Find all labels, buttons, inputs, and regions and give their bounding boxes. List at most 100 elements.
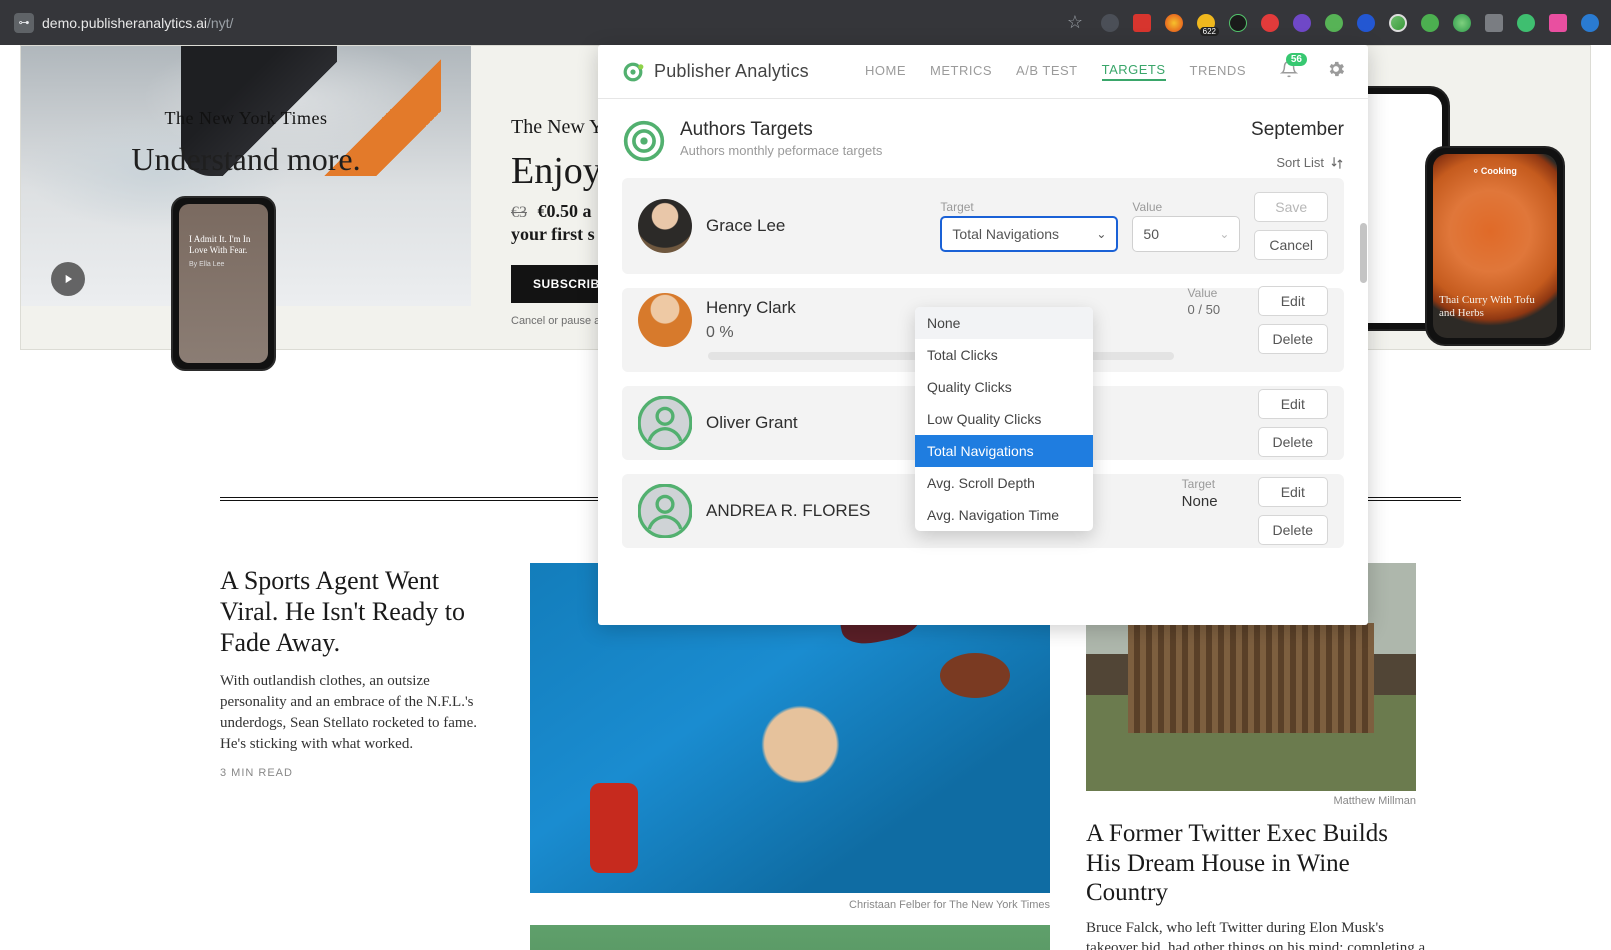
price-strike: €3 [511, 204, 527, 221]
dropdown-option-total-navigations[interactable]: Total Navigations [915, 435, 1093, 467]
avatar-placeholder-icon [638, 484, 692, 538]
story-block-left: A Sports Agent Went Viral. He Isn't Read… [220, 565, 500, 950]
month-label: September [1251, 119, 1344, 141]
dropdown-option-total-clicks[interactable]: Total Clicks [915, 339, 1093, 371]
save-button[interactable]: Save [1254, 192, 1328, 222]
extension-icon[interactable] [1579, 12, 1601, 34]
author-name: ANDREA R. FLORES [706, 501, 870, 521]
extension-icon[interactable] [1099, 12, 1121, 34]
target-select[interactable]: Total Navigations ⌄ [940, 216, 1118, 252]
cooking-badge: ⸰ Cooking [1427, 164, 1563, 177]
panel-nav: HOME METRICS A/B TEST TARGETS TRENDS 56 [865, 59, 1346, 84]
dropdown-option-none[interactable]: None [915, 307, 1093, 339]
panel-header: Publisher Analytics HOME METRICS A/B TES… [598, 45, 1368, 99]
extensions-tray: 622 [1099, 12, 1601, 34]
cancel-button[interactable]: Cancel [1254, 230, 1328, 260]
notification-count-badge: 56 [1286, 53, 1307, 66]
masthead-logo: The New York Times [21, 108, 471, 129]
extension-icon[interactable] [1323, 12, 1345, 34]
dropdown-option-avg-nav-time[interactable]: Avg. Navigation Time [915, 499, 1093, 531]
avatar [638, 293, 692, 347]
panel-subtitle: Authors monthly peformace targets [680, 143, 882, 158]
avatar [638, 484, 692, 538]
extension-icon[interactable] [1387, 12, 1409, 34]
nav-abtest[interactable]: A/B TEST [1016, 63, 1078, 80]
story-block-right: A Former Twitter Exec Builds His Dream H… [1086, 819, 1426, 950]
extension-icon[interactable] [1227, 12, 1249, 34]
author-percent: 0 % [706, 324, 866, 342]
hero-image-left: The New York Times Understand more. I Ad… [21, 46, 471, 306]
author-name: Grace Lee [706, 216, 866, 236]
extension-icon[interactable] [1483, 12, 1505, 34]
avatar-placeholder-icon [638, 396, 692, 450]
delete-button[interactable]: Delete [1258, 324, 1328, 354]
extension-icon[interactable] [1355, 12, 1377, 34]
settings-button[interactable] [1326, 59, 1346, 84]
delete-button[interactable]: Delete [1258, 515, 1328, 545]
dropdown-option-avg-scroll-depth[interactable]: Avg. Scroll Depth [915, 467, 1093, 499]
play-icon [61, 272, 75, 286]
target-dropdown-menu: None Total Clicks Quality Clicks Low Qua… [915, 307, 1093, 531]
nav-metrics[interactable]: METRICS [930, 63, 992, 80]
edit-button[interactable]: Edit [1258, 477, 1328, 507]
nav-trends[interactable]: TRENDS [1190, 63, 1246, 80]
story2-dek: Bruce Falck, who left Twitter during Elo… [1086, 918, 1426, 950]
story2-headline[interactable]: A Former Twitter Exec Builds His Dream H… [1086, 819, 1426, 908]
dropdown-option-quality-clicks[interactable]: Quality Clicks [915, 371, 1093, 403]
edit-button[interactable]: Edit [1258, 389, 1328, 419]
panel-logo[interactable]: Publisher Analytics [620, 59, 809, 85]
author-target-value: None [1182, 493, 1218, 510]
extension-icon[interactable] [1451, 12, 1473, 34]
author-name: Henry Clark [706, 298, 866, 318]
story3-photo[interactable] [530, 925, 1050, 950]
gear-icon [1326, 59, 1346, 79]
browser-address-bar: ⊶ demo.publisheranalytics.ai/nyt/ ☆ 622 [0, 0, 1611, 45]
extension-icon[interactable] [1291, 12, 1313, 34]
analytics-panel: Publisher Analytics HOME METRICS A/B TES… [598, 45, 1368, 625]
extension-icon[interactable] [1163, 12, 1185, 34]
url-display[interactable]: demo.publisheranalytics.ai/nyt/ [42, 15, 233, 31]
nav-home[interactable]: HOME [865, 63, 906, 80]
bookmark-star-icon[interactable]: ☆ [1067, 12, 1083, 33]
extension-icon[interactable]: 622 [1195, 12, 1217, 34]
value-field-label: Value [1132, 200, 1240, 214]
target-field-label: Target [940, 200, 1118, 214]
author-name: Oliver Grant [706, 413, 866, 433]
phone-byline: By Ella Lee [179, 257, 268, 272]
site-identity-icon[interactable]: ⊶ [14, 13, 34, 33]
value-label: Value [1188, 286, 1248, 300]
logo-icon [620, 59, 646, 85]
extension-icon[interactable] [1419, 12, 1441, 34]
sort-icon [1330, 156, 1344, 170]
author-card-grace: Grace Lee Target Total Navigations ⌄ Val… [622, 178, 1344, 274]
avatar [638, 199, 692, 253]
value-input[interactable]: 50 ⌄ [1132, 216, 1240, 252]
extension-icon[interactable] [1515, 12, 1537, 34]
story1-dek: With outlandish clothes, an outsize pers… [220, 671, 500, 755]
value-pair: 0 / 50 [1188, 302, 1248, 317]
sort-list-button[interactable]: Sort List [1251, 155, 1344, 170]
target-icon [622, 119, 666, 163]
panel-scrollbar-thumb[interactable] [1360, 223, 1367, 283]
extension-badge: 622 [1200, 27, 1219, 36]
sort-list-label: Sort List [1276, 155, 1324, 170]
price-main: €0.50 a [538, 201, 592, 221]
hero-phone-mockup: I Admit It. I'm In Love With Fear. By El… [171, 196, 276, 371]
extension-icon[interactable] [1259, 12, 1281, 34]
notifications-button[interactable]: 56 [1280, 60, 1298, 83]
story1-headline[interactable]: A Sports Agent Went Viral. He Isn't Read… [220, 565, 500, 659]
delete-button[interactable]: Delete [1258, 427, 1328, 457]
extension-icon[interactable] [1547, 12, 1569, 34]
extension-icon[interactable] [1131, 12, 1153, 34]
target-field-label: Target [1182, 477, 1218, 491]
chevron-down-icon: ⌄ [1096, 227, 1106, 241]
chevron-down-icon: ⌄ [1219, 227, 1229, 241]
hero-tagline: Understand more. [21, 141, 471, 178]
play-button[interactable] [51, 262, 85, 296]
edit-button[interactable]: Edit [1258, 286, 1328, 316]
panel-title: Authors Targets [680, 119, 882, 141]
price-sub: your first s [511, 224, 595, 244]
nav-targets[interactable]: TARGETS [1102, 62, 1166, 81]
dropdown-option-low-quality-clicks[interactable]: Low Quality Clicks [915, 403, 1093, 435]
phone-headline: I Admit It. I'm In Love With Fear. [179, 204, 268, 257]
